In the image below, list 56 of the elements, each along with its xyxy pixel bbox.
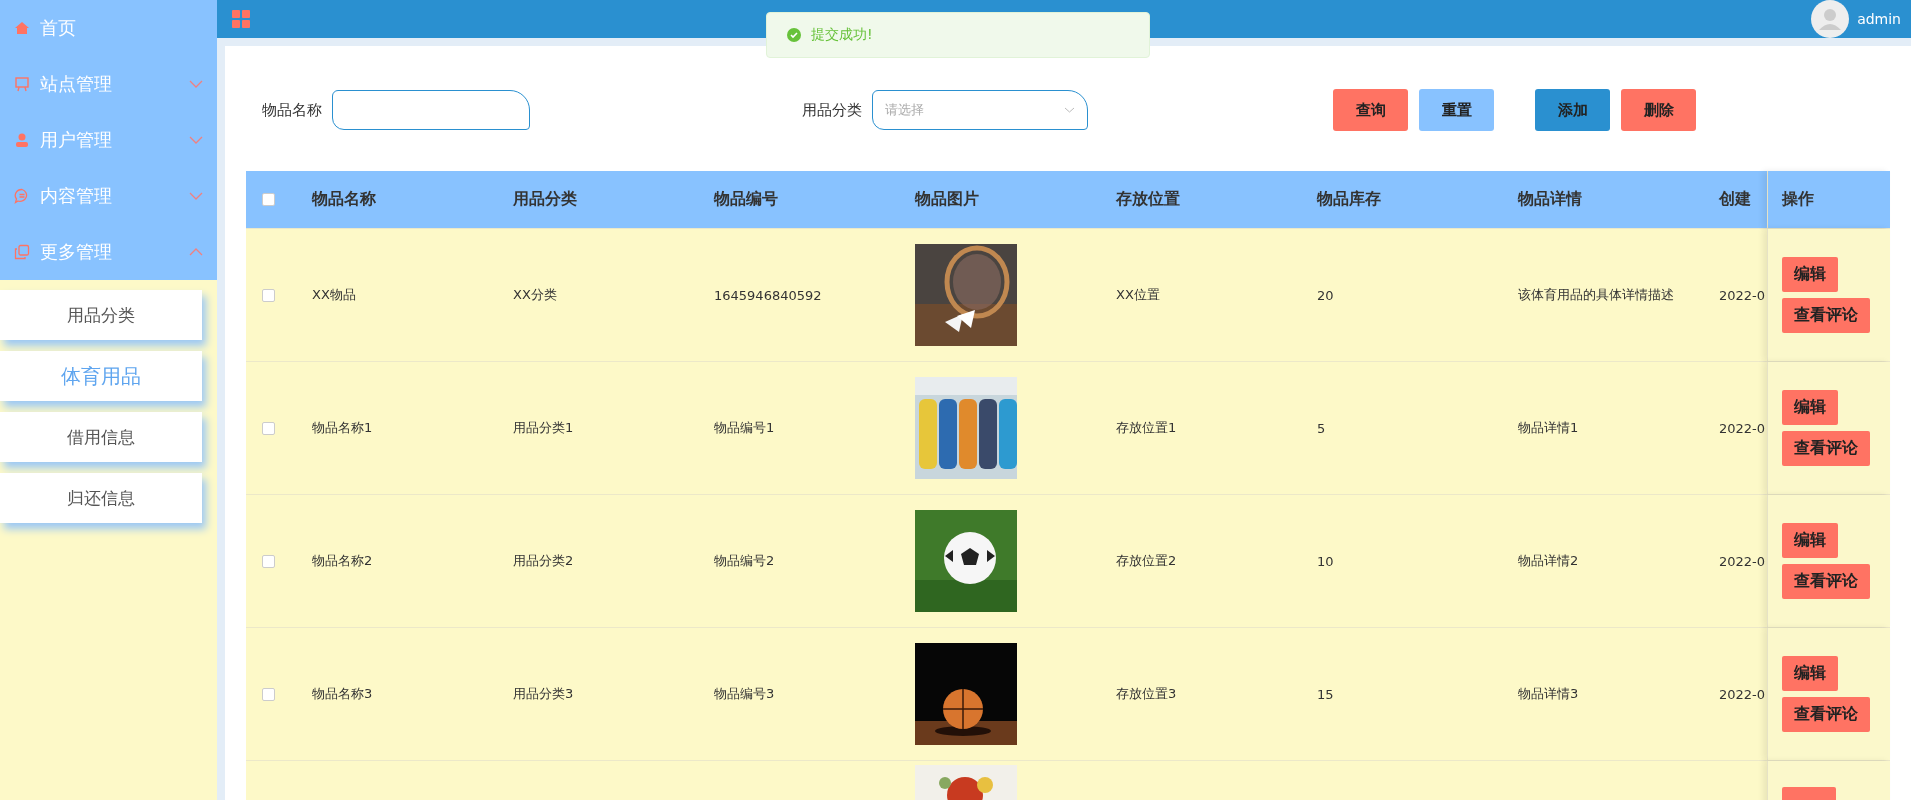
comments-button[interactable]: 查看评论 xyxy=(1782,431,1870,466)
table-cell-text: 物品详情2 xyxy=(1518,552,1580,570)
table-cell-text: 1645946840592 xyxy=(714,287,823,303)
table-cell-text: 物品详情3 xyxy=(1518,685,1580,703)
action-button[interactable]: 查询 xyxy=(1333,89,1408,131)
column-header: 物品图片 xyxy=(915,189,980,210)
column-header: 物品编号 xyxy=(714,189,779,210)
column-header: 用品分类 xyxy=(513,189,578,210)
comments-button[interactable]: 查看评论 xyxy=(1782,564,1870,599)
table-cell-text: 存放位置2 xyxy=(1116,552,1178,570)
column-header: 物品库存 xyxy=(1317,189,1382,210)
table-cell-text: 物品编号3 xyxy=(714,685,776,703)
comments-button[interactable]: 查看评论 xyxy=(1782,298,1870,333)
table-cell-text: 该体育用品的具体详情描述 xyxy=(1518,286,1675,304)
action-button[interactable]: 重置 xyxy=(1419,89,1494,131)
table-cell-text: 用品分类1 xyxy=(513,419,575,437)
table-cell-text: XX物品 xyxy=(312,286,357,304)
column-header: 创建 xyxy=(1719,189,1752,210)
table-cell: 2022-0 xyxy=(1719,553,1767,569)
edit-button[interactable]: 编辑 xyxy=(1782,390,1838,425)
submenu-item[interactable]: 归还信息 xyxy=(0,473,202,523)
column-header: 存放位置 xyxy=(1116,189,1181,210)
table-cell-text: 存放位置1 xyxy=(1116,419,1178,437)
table-cell-text: 10 xyxy=(1317,553,1335,569)
table-cell-text: 用品分类2 xyxy=(513,552,575,570)
table-cell-text: XX位置 xyxy=(1116,286,1161,304)
column-header: 物品详情 xyxy=(1518,189,1583,210)
success-toast: 提交成功! xyxy=(766,12,1150,58)
filter-label: 物品名称 xyxy=(262,100,322,120)
table-cell-text: 存放位置3 xyxy=(1116,685,1178,703)
column-header: 操作 xyxy=(1782,189,1814,210)
username: admin xyxy=(1857,11,1901,27)
table-cell: 2022-0 xyxy=(1719,287,1767,303)
table-cell-text: 15 xyxy=(1317,686,1335,702)
action-button[interactable]: 删除 xyxy=(1621,89,1696,131)
table-cell-text: 物品编号1 xyxy=(714,419,776,437)
table-cell-text: 20 xyxy=(1317,287,1335,303)
submenu-item[interactable]: 借用信息 xyxy=(0,412,202,462)
edit-button[interactable]: 编辑 xyxy=(1782,523,1838,558)
table-cell-text: 物品详情1 xyxy=(1518,419,1580,437)
table-cell-text: 物品名称1 xyxy=(312,419,374,437)
table-cell: 2022-0 xyxy=(1719,686,1767,702)
table-cell-text: 用品分类3 xyxy=(513,685,575,703)
table-cell-text: 物品名称3 xyxy=(312,685,374,703)
submenu-item[interactable]: 用品分类 xyxy=(0,290,202,340)
comments-button[interactable]: 查看评论 xyxy=(1782,697,1870,732)
edit-button[interactable]: 编辑 xyxy=(1782,257,1838,292)
filter-label: 用品分类 xyxy=(802,100,862,120)
action-button[interactable]: 添加 xyxy=(1535,89,1610,131)
table-cell-text: 物品名称2 xyxy=(312,552,374,570)
table-cell-text: 5 xyxy=(1317,420,1327,436)
edit-button[interactable]: 编辑 xyxy=(1782,656,1838,691)
table-cell: 2022-0 xyxy=(1719,420,1767,436)
table-cell-text: 物品编号2 xyxy=(714,552,776,570)
column-header: 物品名称 xyxy=(312,189,377,210)
table-cell-text: XX分类 xyxy=(513,286,558,304)
